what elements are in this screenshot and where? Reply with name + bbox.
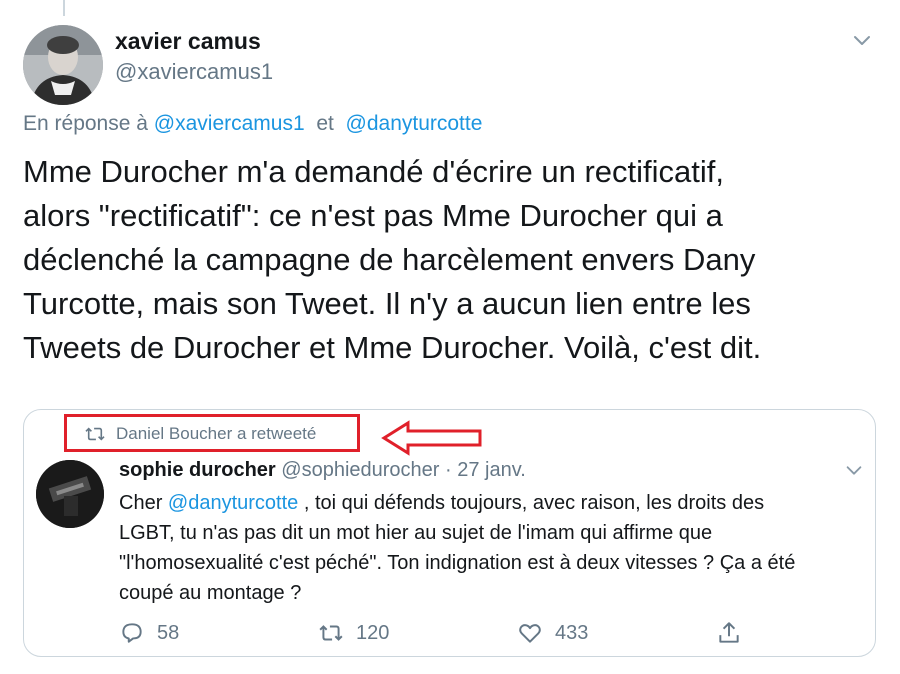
reply-button[interactable]: 58 (119, 620, 179, 646)
reply-context: En réponse à @xaviercamus1 et @danyturco… (23, 112, 482, 136)
reply-mention-link[interactable]: @xaviercamus1 (154, 112, 305, 135)
chevron-down-icon[interactable] (843, 459, 865, 481)
quoted-text-line: "l'homosexualité c'est péché". Ton indig… (119, 552, 796, 574)
annotation-arrow-icon (381, 420, 482, 456)
quoted-author-handle[interactable]: @sophiedurocher (281, 459, 439, 481)
like-button[interactable]: 433 (517, 620, 588, 646)
quoted-mention-link[interactable]: @danyturcotte (168, 492, 298, 514)
retweet-count: 120 (356, 621, 390, 644)
retweet-button[interactable]: 120 (318, 620, 389, 646)
quoted-author-name[interactable]: sophie durocher (119, 459, 276, 481)
quoted-header: sophie durocher @sophiedurocher · 27 jan… (119, 459, 526, 482)
meta-separator: · (445, 459, 452, 481)
quoted-date[interactable]: 27 janv. (457, 459, 526, 481)
share-button[interactable] (716, 620, 742, 646)
quoted-text-line: Cher @danyturcotte , toi qui défends tou… (119, 488, 869, 518)
tweet-text-line: Mme Durocher m'a demandé d'écrire un rec… (23, 154, 724, 189)
tweet-text-line: alors "rectificatif": ce n'est pas Mme D… (23, 198, 723, 233)
tweet-text-line: Tweets de Durocher et Mme Durocher. Voil… (23, 330, 762, 365)
chevron-down-icon[interactable] (850, 28, 874, 52)
quoted-avatar[interactable] (36, 460, 104, 528)
retweet-icon (319, 625, 343, 641)
reply-icon (122, 623, 142, 643)
avatar-photo (23, 25, 103, 105)
quoted-text-line: coupé au montage ? (119, 582, 302, 604)
quoted-text-segment: Cher (119, 492, 168, 514)
author-handle[interactable]: @xaviercamus1 (115, 59, 273, 85)
reply-joiner: et (316, 112, 334, 135)
share-icon (719, 622, 739, 643)
quoted-text-line: LGBT, tu n'as pas dit un mot hier au suj… (119, 522, 713, 544)
tweet-text: Mme Durocher m'a demandé d'écrire un rec… (23, 150, 883, 370)
quoted-text-segment: , toi qui défends toujours, avec raison,… (298, 492, 765, 514)
reply-mention-link[interactable]: @danyturcotte (346, 112, 483, 135)
reply-prefix: En réponse à (23, 112, 148, 135)
thread-connector-line (63, 0, 65, 16)
avatar[interactable] (23, 25, 103, 105)
tweet-text-line: Turcotte, mais son Tweet. Il n'y a aucun… (23, 286, 751, 321)
heart-icon (519, 624, 541, 643)
quoted-avatar-photo (36, 460, 104, 528)
annotation-highlight-box (64, 414, 360, 452)
tweet-text-line: déclenché la campagne de harcèlement env… (23, 242, 756, 277)
author-name[interactable]: xavier camus (115, 28, 261, 55)
reply-count: 58 (157, 621, 180, 644)
like-count: 433 (555, 621, 589, 644)
quoted-tweet-text: Cher @danyturcotte , toi qui défends tou… (119, 488, 869, 608)
